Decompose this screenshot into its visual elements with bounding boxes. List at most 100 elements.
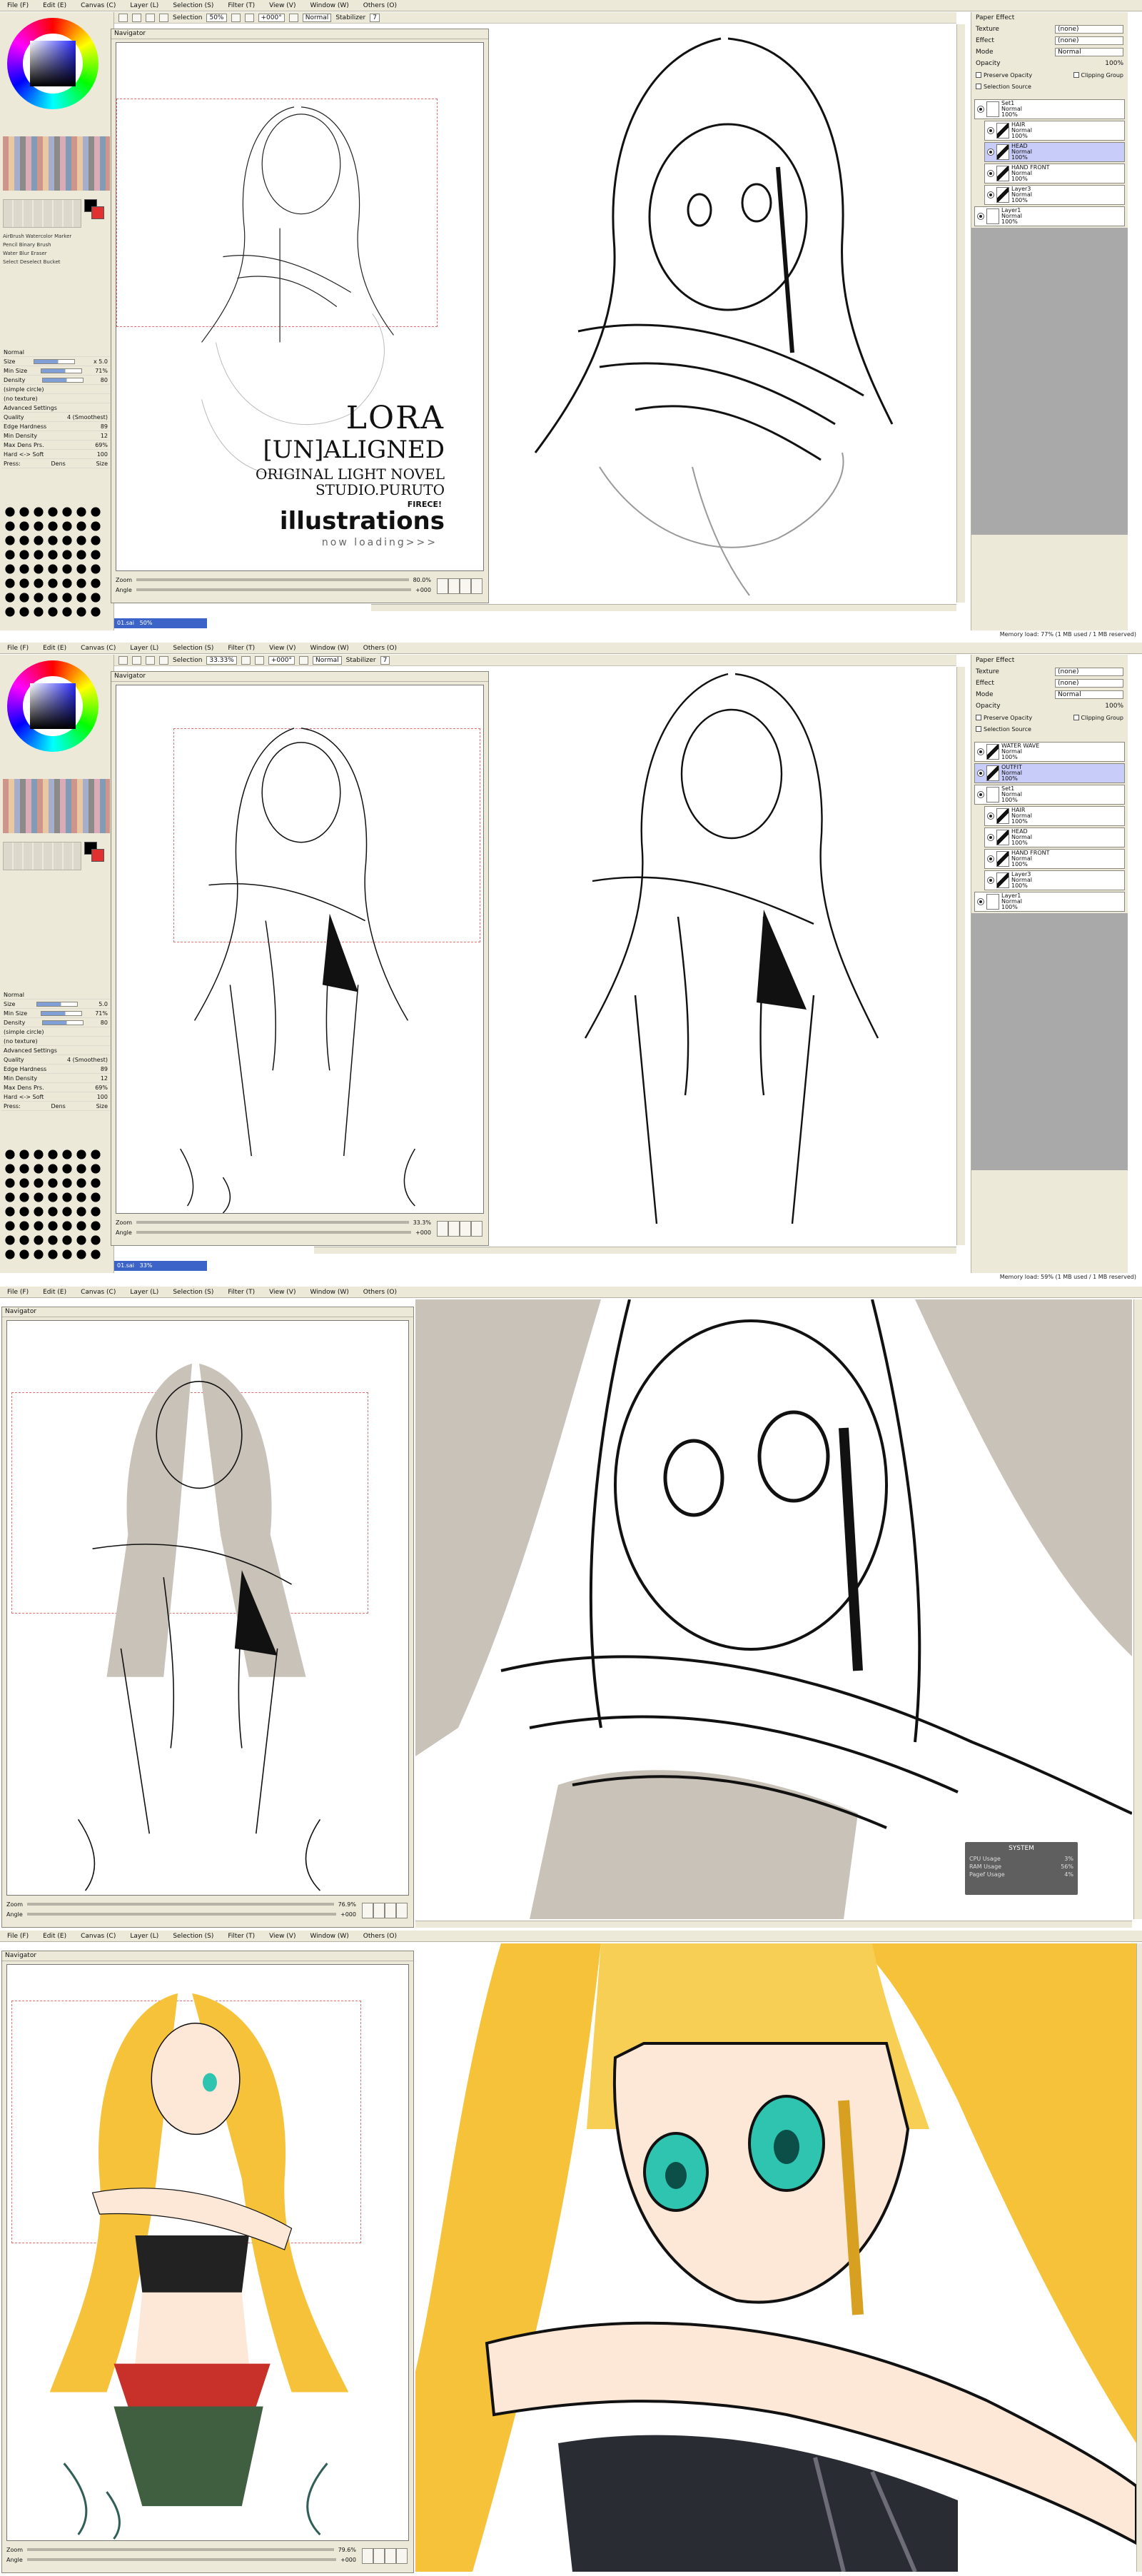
eye-icon[interactable]: [977, 770, 984, 777]
preserve-opacity-checkbox[interactable]: Preserve Opacity: [976, 715, 1032, 721]
angle-field[interactable]: +000°: [268, 655, 295, 665]
edge-hardness-value[interactable]: 89: [101, 423, 108, 430]
advanced-settings-toggle[interactable]: Advanced Settings: [4, 405, 57, 411]
brush-size-presets[interactable]: [3, 505, 103, 619]
eye-icon[interactable]: [977, 898, 984, 905]
tool-buttons[interactable]: [3, 199, 81, 228]
canvas[interactable]: SYSTEM CPU Usage 3% RAM Usage 56% Pagef Us…: [415, 1299, 1132, 1919]
layer-row[interactable]: Set1 Normal 100%: [974, 785, 1125, 805]
zoom-field[interactable]: 33.33%: [206, 655, 237, 665]
menu-file[interactable]: File (F): [0, 1933, 36, 1940]
vertical-scrollbar[interactable]: [956, 24, 965, 603]
toolbar-button[interactable]: [118, 13, 128, 22]
min-density-value[interactable]: 12: [101, 433, 108, 439]
eye-icon[interactable]: [977, 106, 984, 113]
brush-type[interactable]: Marker: [54, 233, 71, 239]
density-slider[interactable]: [42, 377, 84, 383]
navigator-preview[interactable]: [6, 1964, 409, 2541]
brush-type[interactable]: Brush: [36, 242, 51, 248]
blend-mode-select[interactable]: Normal: [302, 13, 332, 22]
min-size-slider[interactable]: [40, 1010, 82, 1016]
min-density-value[interactable]: 12: [101, 1075, 108, 1082]
eye-icon[interactable]: [977, 213, 984, 220]
eye-icon[interactable]: [987, 127, 994, 134]
blend-mode-select[interactable]: Normal: [313, 655, 342, 665]
zoom-in-button[interactable]: [231, 13, 241, 22]
navigator-buttons[interactable]: [362, 1903, 408, 1918]
layer-row[interactable]: HAIR Normal 100%: [984, 121, 1125, 141]
color-swatches[interactable]: [3, 779, 110, 833]
background-color[interactable]: [91, 206, 104, 219]
opacity-value[interactable]: 100%: [1105, 60, 1123, 67]
menu-selection[interactable]: Selection (S): [166, 1933, 221, 1940]
clipping-group-checkbox[interactable]: Clipping Group: [1073, 715, 1123, 721]
stabilizer-select[interactable]: 7: [370, 13, 380, 22]
menu-layer[interactable]: Layer (L): [123, 2, 166, 9]
eye-icon[interactable]: [987, 191, 994, 198]
eye-icon[interactable]: [987, 812, 994, 820]
canvas[interactable]: [415, 1943, 1136, 2572]
menu-window[interactable]: Window (W): [303, 2, 355, 9]
toolbar-button[interactable]: [146, 13, 155, 22]
eye-icon[interactable]: [987, 834, 994, 841]
menu-others[interactable]: Others (O): [356, 1289, 404, 1296]
horizontal-scrollbar[interactable]: [415, 1921, 1132, 1928]
quality-select[interactable]: 4 (Smoothest): [67, 1057, 108, 1063]
mode-select[interactable]: Normal: [1055, 690, 1123, 699]
texture-select[interactable]: (none): [1055, 25, 1123, 34]
hard-soft-value[interactable]: 100: [97, 451, 108, 458]
tool-buttons[interactable]: [3, 842, 81, 870]
brush-type-grid[interactable]: AirBrush Watercolor Marker Pencil Binary…: [3, 232, 103, 296]
toolbar-button[interactable]: [132, 13, 141, 22]
menu-others[interactable]: Others (O): [356, 1933, 404, 1940]
size-slider[interactable]: [34, 358, 76, 364]
menu-selection[interactable]: Selection (S): [166, 2, 221, 9]
menu-view[interactable]: View (V): [262, 2, 303, 9]
brush-type[interactable]: Pencil: [3, 242, 17, 248]
menu-filter[interactable]: Filter (T): [221, 645, 262, 652]
eye-icon[interactable]: [987, 855, 994, 862]
brush-mode[interactable]: Normal: [4, 992, 24, 998]
menu-file[interactable]: File (F): [0, 1289, 36, 1296]
menu-view[interactable]: View (V): [262, 1933, 303, 1940]
layer-row[interactable]: Layer3 Normal 100%: [984, 870, 1125, 890]
layer-row[interactable]: Set1 Normal 100%: [974, 99, 1125, 119]
angle-slider[interactable]: [26, 1913, 337, 1916]
menu-filter[interactable]: Filter (T): [221, 1933, 262, 1940]
brush-type[interactable]: AirBrush: [3, 233, 24, 239]
brush-shape-select[interactable]: (simple circle): [4, 1029, 44, 1035]
layer-row[interactable]: HEAD Normal 100%: [984, 142, 1125, 162]
press-dens-checkbox[interactable]: Dens: [51, 461, 66, 467]
menu-selection[interactable]: Selection (S): [166, 1289, 221, 1296]
selection-toggle[interactable]: Selection: [173, 657, 202, 664]
layer-row[interactable]: HEAD Normal 100%: [984, 827, 1125, 847]
canvas[interactable]: [492, 24, 964, 603]
stabilizer-select[interactable]: 7: [380, 655, 390, 665]
brush-size-presets[interactable]: [3, 1147, 103, 1262]
preserve-opacity-checkbox[interactable]: Preserve Opacity: [976, 72, 1032, 79]
mode-select[interactable]: Normal: [1055, 48, 1123, 56]
menu-selection[interactable]: Selection (S): [166, 645, 221, 652]
brush-type[interactable]: Binary: [19, 242, 36, 248]
max-dens-value[interactable]: 69%: [95, 1085, 108, 1091]
menu-window[interactable]: Window (W): [303, 1289, 355, 1296]
horizontal-scrollbar[interactable]: [314, 1247, 956, 1254]
menu-window[interactable]: Window (W): [303, 1933, 355, 1940]
min-size-slider[interactable]: [40, 368, 82, 373]
layer-row[interactable]: HAND FRONT Normal 100%: [984, 163, 1125, 183]
brush-mode[interactable]: Normal: [4, 349, 24, 356]
layer-row[interactable]: Layer1 Normal 100%: [974, 206, 1125, 226]
hard-soft-value[interactable]: 100: [97, 1094, 108, 1100]
menu-view[interactable]: View (V): [262, 645, 303, 652]
canvas[interactable]: [492, 667, 964, 1245]
brush-type[interactable]: Deselect: [20, 259, 42, 265]
zoom-out-button[interactable]: [244, 13, 254, 22]
brush-type[interactable]: Blur: [19, 251, 29, 256]
navigator-preview[interactable]: LORA [UN]ALIGNED ORIGINAL LIGHT NOVEL ST…: [116, 42, 484, 571]
angle-slider[interactable]: [136, 588, 412, 591]
layer-row[interactable]: HAND FRONT Normal 100%: [984, 849, 1125, 869]
effect-select[interactable]: (none): [1055, 36, 1123, 45]
selection-source-checkbox[interactable]: Selection Source: [976, 84, 1031, 90]
menu-file[interactable]: File (F): [0, 2, 36, 9]
navigator-preview[interactable]: [116, 685, 484, 1214]
